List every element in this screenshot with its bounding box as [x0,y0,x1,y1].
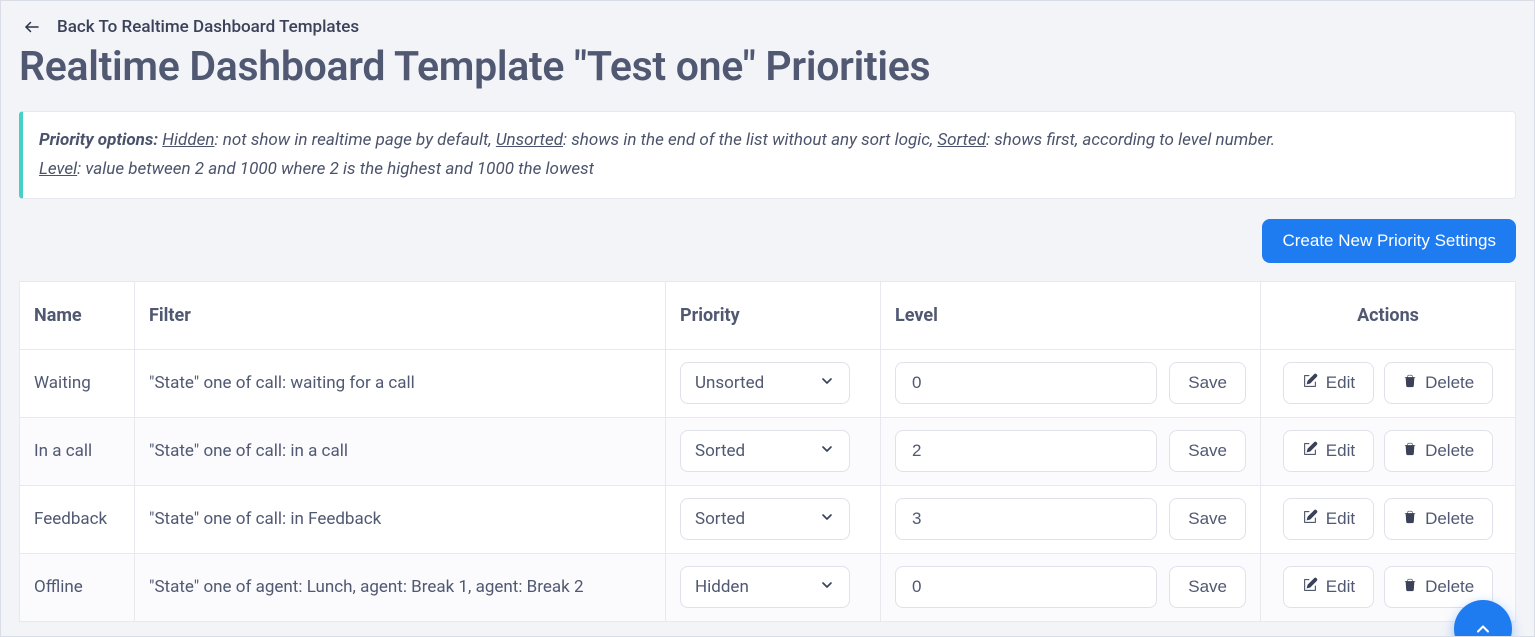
chevron-down-icon [819,441,835,462]
chevron-down-icon [819,509,835,530]
priority-select[interactable]: Unsorted [680,362,850,404]
save-button[interactable]: Save [1169,498,1246,540]
info-hidden-term: Hidden [162,130,214,150]
back-link[interactable]: Back To Realtime Dashboard Templates [1,1,1534,37]
edit-button-label: Edit [1326,373,1355,393]
priority-select-value: Hidden [695,577,749,597]
edit-button-label: Edit [1326,509,1355,529]
trash-icon [1403,373,1417,394]
table-row: In a call"State" one of call: in a call S… [20,417,1516,485]
trash-icon [1403,509,1417,530]
priority-select[interactable]: Sorted [680,430,850,472]
info-sorted-term: Sorted [937,130,986,150]
info-level-desc: : value between 2 and 1000 where 2 is th… [77,159,594,179]
priority-select[interactable]: Sorted [680,498,850,540]
chevron-down-icon [819,577,835,598]
level-input[interactable] [895,430,1157,472]
cell-filter: "State" one of agent: Lunch, agent: Brea… [135,553,666,621]
edit-button[interactable]: Edit [1283,498,1374,540]
info-level-term: Level [39,159,77,179]
edit-icon [1302,577,1318,598]
create-priority-button[interactable]: Create New Priority Settings [1262,219,1516,263]
level-input[interactable] [895,362,1157,404]
cell-name: Offline [20,553,135,621]
level-input[interactable] [895,566,1157,608]
priority-select-value: Unsorted [695,373,764,393]
delete-button-label: Delete [1425,509,1474,529]
cell-name: Waiting [20,349,135,417]
save-button-label: Save [1188,577,1227,597]
arrow-left-icon [23,18,41,36]
back-link-label: Back To Realtime Dashboard Templates [57,17,359,37]
info-sorted-desc: : shows first, according to level number… [986,130,1275,150]
table-row: Offline"State" one of agent: Lunch, agen… [20,553,1516,621]
cell-name: In a call [20,417,135,485]
save-button[interactable]: Save [1169,566,1246,608]
table-row: Feedback"State" one of call: in Feedback… [20,485,1516,553]
delete-button[interactable]: Delete [1384,498,1493,540]
page-title: Realtime Dashboard Template "Test one" P… [1,43,1534,91]
cell-filter: "State" one of call: in Feedback [135,485,666,553]
chevron-down-icon [819,373,835,394]
info-options-label: Priority options: [39,130,158,150]
edit-icon [1302,441,1318,462]
trash-icon [1403,441,1417,462]
delete-button-label: Delete [1425,441,1474,461]
table-row: Waiting"State" one of call: waiting for … [20,349,1516,417]
save-button[interactable]: Save [1169,430,1246,472]
info-unsorted-desc: : shows in the end of the list without a… [563,130,937,150]
edit-icon [1302,509,1318,530]
th-filter: Filter [135,281,666,349]
priority-select[interactable]: Hidden [680,566,850,608]
th-name: Name [20,281,135,349]
edit-button[interactable]: Edit [1283,362,1374,404]
info-hidden-desc: : not show in realtime page by default, [214,130,495,150]
delete-button[interactable]: Delete [1384,430,1493,472]
edit-button[interactable]: Edit [1283,430,1374,472]
edit-button-label: Edit [1326,441,1355,461]
delete-button-label: Delete [1425,373,1474,393]
edit-button-label: Edit [1326,577,1355,597]
delete-button[interactable]: Delete [1384,362,1493,404]
edit-icon [1302,373,1318,394]
cell-filter: "State" one of call: in a call [135,417,666,485]
trash-icon [1403,577,1417,598]
save-button[interactable]: Save [1169,362,1246,404]
priority-select-value: Sorted [695,441,745,461]
level-input[interactable] [895,498,1157,540]
delete-button-label: Delete [1425,577,1474,597]
save-button-label: Save [1188,441,1227,461]
priority-select-value: Sorted [695,509,745,529]
info-unsorted-term: Unsorted [496,130,563,150]
save-button-label: Save [1188,509,1227,529]
save-button-label: Save [1188,373,1227,393]
cell-filter: "State" one of call: waiting for a call [135,349,666,417]
cell-name: Feedback [20,485,135,553]
priority-table: Name Filter Priority Level Actions Waiti… [19,281,1516,622]
info-banner: Priority options: Hidden: not show in re… [19,111,1516,199]
th-actions: Actions [1261,281,1516,349]
edit-button[interactable]: Edit [1283,566,1374,608]
th-priority: Priority [666,281,881,349]
th-level: Level [881,281,1261,349]
